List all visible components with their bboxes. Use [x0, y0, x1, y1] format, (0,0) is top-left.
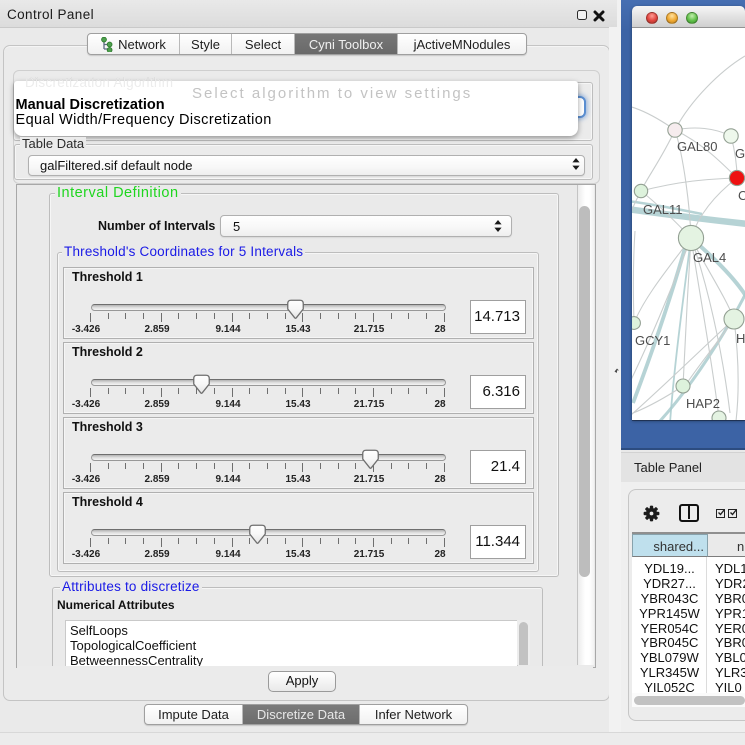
svg-text:GAL80: GAL80 — [677, 139, 717, 154]
svg-text:GAL11: GAL11 — [643, 202, 683, 217]
svg-text:C: C — [738, 188, 745, 203]
svg-text:HAP2: HAP2 — [686, 396, 720, 411]
svg-text:H: H — [736, 331, 745, 346]
svg-text:G...: G... — [735, 146, 745, 161]
svg-text:GCY1: GCY1 — [635, 333, 670, 348]
svg-text:GAL4: GAL4 — [693, 250, 726, 265]
